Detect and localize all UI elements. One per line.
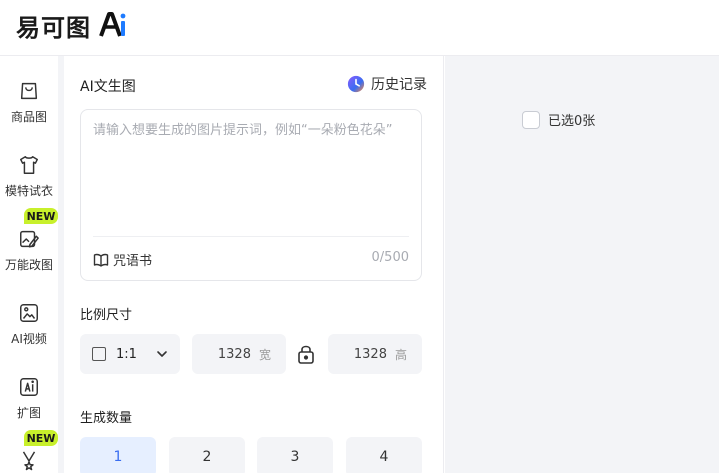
spell-book-button[interactable]: 咒语书 bbox=[93, 250, 152, 269]
sidebar-item-label: 扩图 bbox=[16, 406, 41, 420]
prompt-input[interactable] bbox=[93, 120, 411, 230]
edit-image-icon bbox=[20, 230, 39, 248]
sidebar: 商品图 模特试衣 NEW 万能改图 AI视频 扩图 NEW bbox=[0, 56, 58, 473]
generation-panel: AI文生图 历史记录 咒语书 0/500 比例尺寸 bbox=[64, 56, 444, 473]
ai-logo-mark bbox=[99, 12, 127, 38]
video-icon bbox=[20, 304, 38, 322]
select-all-toggle[interactable]: 已选0张 bbox=[522, 110, 595, 129]
sidebar-item-medal[interactable] bbox=[0, 450, 58, 472]
logo-text: 易可图 bbox=[16, 13, 91, 42]
sidebar-item-ai-video[interactable]: AI视频 bbox=[0, 302, 58, 347]
select-checkbox[interactable] bbox=[522, 110, 540, 129]
ratio-select[interactable]: 1:1 bbox=[80, 334, 180, 374]
char-count: 0/500 bbox=[371, 250, 409, 265]
new-badge: NEW bbox=[24, 430, 58, 446]
tshirt-icon bbox=[20, 156, 38, 174]
square-ratio-icon bbox=[92, 347, 106, 361]
sidebar-item-product-image[interactable]: 商品图 bbox=[0, 80, 58, 125]
count-option-4[interactable]: 4 bbox=[346, 437, 422, 473]
prompt-divider bbox=[93, 236, 409, 237]
bag-icon bbox=[20, 82, 38, 100]
count-section-label: 生成数量 bbox=[80, 411, 133, 426]
lock-icon[interactable] bbox=[297, 344, 315, 364]
history-button[interactable]: 历史记录 bbox=[347, 74, 427, 94]
sidebar-item-universal-edit[interactable]: 万能改图 bbox=[0, 228, 58, 273]
new-badge: NEW bbox=[24, 208, 58, 224]
width-unit: 宽 bbox=[258, 347, 271, 362]
medal-icon bbox=[22, 451, 36, 471]
sidebar-item-expand-image[interactable]: 扩图 bbox=[0, 376, 58, 421]
ratio-value: 1:1 bbox=[116, 346, 137, 362]
ratio-section-label: 比例尺寸 bbox=[80, 308, 133, 323]
height-input[interactable] bbox=[342, 346, 387, 362]
count-option-2[interactable]: 2 bbox=[169, 437, 245, 473]
history-clock-icon bbox=[347, 75, 365, 93]
spell-book-label: 咒语书 bbox=[113, 254, 153, 269]
prompt-box: 咒语书 0/500 bbox=[80, 109, 422, 281]
width-field: 宽 bbox=[192, 334, 286, 374]
results-area: 已选0张 bbox=[445, 56, 719, 473]
selected-count-label: 已选0张 bbox=[548, 114, 596, 129]
count-option-3[interactable]: 3 bbox=[257, 437, 333, 473]
sidebar-item-model-tryon[interactable]: 模特试衣 bbox=[0, 154, 58, 199]
count-option-1[interactable]: 1 bbox=[80, 437, 156, 473]
sidebar-item-label: 商品图 bbox=[10, 110, 47, 124]
logo[interactable]: 易可图 bbox=[16, 8, 127, 42]
sidebar-item-label: 万能改图 bbox=[4, 258, 53, 272]
book-icon bbox=[93, 253, 109, 267]
width-input[interactable] bbox=[206, 346, 251, 362]
chevron-down-icon bbox=[157, 351, 167, 357]
history-label: 历史记录 bbox=[371, 77, 427, 93]
panel-title: AI文生图 bbox=[80, 79, 136, 95]
height-unit: 高 bbox=[394, 347, 407, 362]
expand-image-icon bbox=[20, 378, 38, 396]
top-bar: 易可图 bbox=[0, 0, 719, 56]
sidebar-item-label: 模特试衣 bbox=[4, 184, 53, 198]
height-field: 高 bbox=[328, 334, 422, 374]
sidebar-item-label: AI视频 bbox=[11, 332, 47, 346]
